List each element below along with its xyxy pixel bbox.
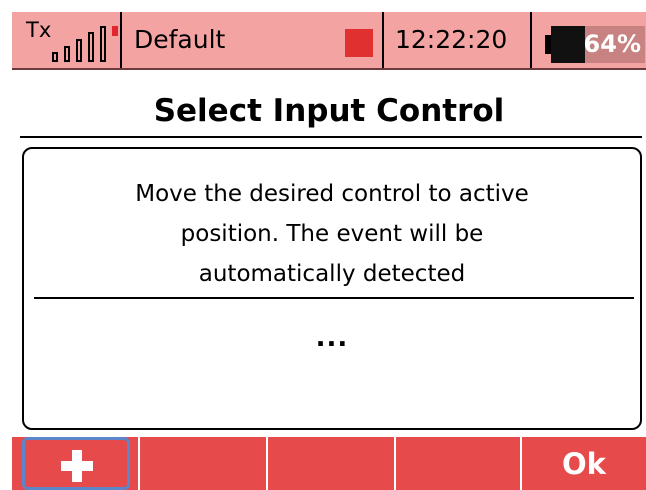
clock: 12:22:20 xyxy=(395,25,508,54)
softkey-2[interactable] xyxy=(140,437,266,490)
battery-percent: 64% xyxy=(583,30,641,58)
tx-label: Tx xyxy=(26,18,52,42)
title-divider xyxy=(20,136,642,138)
dialog-message: Move the desired control to active posit… xyxy=(24,174,640,294)
dialog-message-line: position. The event will be xyxy=(180,221,484,247)
softkey-4[interactable] xyxy=(396,437,520,490)
softkey-3[interactable] xyxy=(268,437,394,490)
plus-icon-vertical xyxy=(72,450,82,482)
detection-status: ... xyxy=(315,323,349,353)
add-button[interactable] xyxy=(22,437,130,490)
dialog-divider xyxy=(34,297,634,299)
status-bar: Tx Default 12:22:20 64% xyxy=(12,12,646,70)
page-title: Select Input Control xyxy=(153,93,505,129)
ok-button[interactable]: Ok xyxy=(522,437,646,490)
dialog-message-line: automatically detected xyxy=(198,261,466,287)
ok-button-label: Ok xyxy=(562,447,606,481)
model-name[interactable]: Default xyxy=(134,25,225,54)
battery-icon: 64% xyxy=(545,26,645,63)
detect-dialog: Move the desired control to active posit… xyxy=(22,147,642,430)
dialog-message-line: Move the desired control to active xyxy=(135,181,529,207)
softkey-bar: Ok xyxy=(12,437,646,490)
model-status-indicator xyxy=(345,29,373,57)
